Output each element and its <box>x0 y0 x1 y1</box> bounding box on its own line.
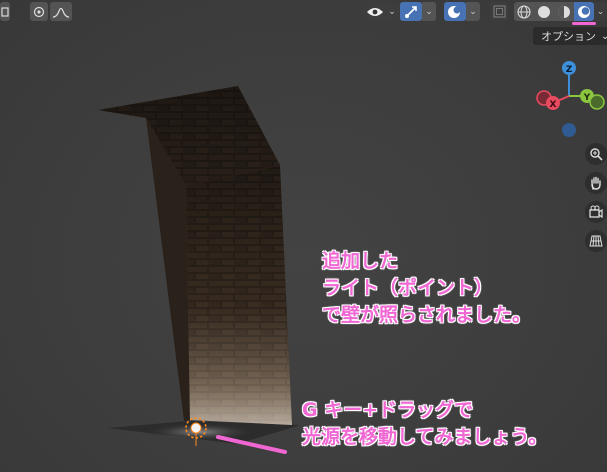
hand-pan-icon[interactable] <box>585 172 607 194</box>
zoom-icon[interactable] <box>585 143 607 165</box>
annotation-line: で壁が照らされました。 <box>322 304 532 326</box>
annotation-block-2: G キー+ドラッグで 光源を移動してみましょう。 <box>302 397 547 451</box>
z-label: Z <box>566 65 573 75</box>
annotation-line: ライト（ポイント） <box>322 277 494 299</box>
grid-icon[interactable] <box>585 230 607 252</box>
navigation-gizmo[interactable]: Y X Z <box>530 56 607 142</box>
y-negative-icon <box>589 94 605 110</box>
annotation-line: G キー+ドラッグで <box>302 399 474 421</box>
camera-icon[interactable] <box>585 201 607 223</box>
z-negative-icon <box>562 123 576 137</box>
annotation-line: 光源を移動してみましょう。 <box>302 426 548 448</box>
annotation-line: 追加した <box>322 250 399 272</box>
3d-viewport[interactable]: ⌄ ⌄ ⌄ ⌄ オプション ⌄ Y X Z 追加した ライト（ポイント） で壁が… <box>0 0 607 472</box>
annotation-block-1: 追加した ライト（ポイント） で壁が照らされました。 <box>322 248 531 329</box>
x-label: X <box>550 100 557 110</box>
